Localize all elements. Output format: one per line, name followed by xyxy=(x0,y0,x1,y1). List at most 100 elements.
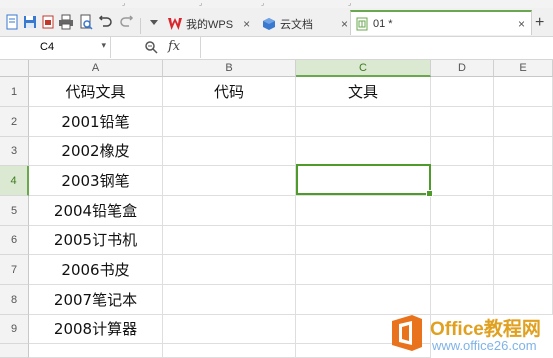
row-header-9[interactable]: 9 xyxy=(0,315,29,344)
cell-a2[interactable]: 2001铅笔 xyxy=(29,107,163,137)
ribbon-corner-icon: ⌟ xyxy=(122,0,126,7)
tab-close-icon[interactable]: × xyxy=(518,17,525,31)
cell-d7[interactable] xyxy=(431,255,494,285)
cell-c1[interactable]: 文具 xyxy=(296,77,431,107)
column-header-a[interactable]: A xyxy=(29,60,163,77)
cell-e5[interactable] xyxy=(494,196,553,226)
column-header-c[interactable]: C xyxy=(296,60,431,77)
formula-tools: fx xyxy=(110,37,201,58)
column-header-e[interactable]: E xyxy=(494,60,553,77)
tab-label: 我的WPS xyxy=(186,19,234,31)
ribbon-corner-icon: ⌟ xyxy=(199,0,203,7)
ribbon-corner-icon: ⌟ xyxy=(261,0,265,7)
toolbar: 我的WPS × 云文档 × 01 * × + xyxy=(0,8,553,37)
cell-d2[interactable] xyxy=(431,107,494,137)
new-file-icon[interactable] xyxy=(4,14,20,30)
cell-e1[interactable] xyxy=(494,77,553,107)
wps-logo-icon xyxy=(168,18,182,30)
cell-b2[interactable] xyxy=(163,107,296,137)
cell-d5[interactable] xyxy=(431,196,494,226)
save-icon[interactable] xyxy=(22,14,38,30)
add-tab-button[interactable]: + xyxy=(535,14,544,32)
fill-handle[interactable] xyxy=(426,190,433,197)
cell-e2[interactable] xyxy=(494,107,553,137)
cell-d1[interactable] xyxy=(431,77,494,107)
cell-a1[interactable]: 代码文具 xyxy=(29,77,163,107)
cell-a9[interactable]: 2008计算器 xyxy=(29,315,163,344)
column-header-d[interactable]: D xyxy=(431,60,494,77)
cell-c2[interactable] xyxy=(296,107,431,137)
cell-a6[interactable]: 2005订书机 xyxy=(29,226,163,255)
spreadsheet-file-icon xyxy=(356,17,368,30)
cell-a3[interactable]: 2002橡皮 xyxy=(29,137,163,166)
cell-d4[interactable] xyxy=(431,166,494,196)
dropdown-arrow-icon[interactable] xyxy=(146,14,162,30)
redo-icon[interactable] xyxy=(118,14,134,30)
print-preview-icon[interactable] xyxy=(78,14,94,30)
cell-a4[interactable]: 2003钢笔 xyxy=(29,166,163,196)
formula-bar: C4 ▾ fx xyxy=(0,37,553,60)
row-header-6[interactable]: 6 xyxy=(0,226,29,255)
cell-a7[interactable]: 2006书皮 xyxy=(29,255,163,285)
watermark-title: Office教程网 xyxy=(430,319,541,340)
cell-e4[interactable] xyxy=(494,166,553,196)
cell-b9[interactable] xyxy=(163,315,296,344)
cell-b4[interactable] xyxy=(163,166,296,196)
ribbon-corner-icon: ⌟ xyxy=(348,0,352,7)
cell-c6[interactable] xyxy=(296,226,431,255)
row-header-1[interactable]: 1 xyxy=(0,77,29,107)
row-header-10[interactable] xyxy=(0,344,29,358)
undo-icon[interactable] xyxy=(98,14,114,30)
cell-d3[interactable] xyxy=(431,137,494,166)
cell-c7[interactable] xyxy=(296,255,431,285)
cell-e6[interactable] xyxy=(494,226,553,255)
row-header-8[interactable]: 8 xyxy=(0,285,29,315)
cell-b6[interactable] xyxy=(163,226,296,255)
office26-watermark: Office教程网 www.office26.com xyxy=(390,312,550,356)
tab-my-wps[interactable]: 我的WPS × xyxy=(168,12,250,36)
cell-a5[interactable]: 2004铅笔盒 xyxy=(29,196,163,226)
tab-cloud-docs[interactable]: 云文档 × xyxy=(262,12,348,36)
tab-close-icon[interactable]: × xyxy=(341,17,348,31)
chevron-down-icon[interactable]: ▾ xyxy=(101,40,106,51)
toolbar-separator xyxy=(140,18,141,34)
cell-e3[interactable] xyxy=(494,137,553,166)
print-icon[interactable] xyxy=(58,14,74,30)
cell-c3[interactable] xyxy=(296,137,431,166)
tab-workbook-01[interactable]: 01 * × xyxy=(350,10,532,35)
cell-c8[interactable] xyxy=(296,285,431,315)
tab-label: 01 * xyxy=(373,17,393,30)
watermark-url: www.office26.com xyxy=(432,338,537,353)
cell-d8[interactable] xyxy=(431,285,494,315)
column-header-b[interactable]: B xyxy=(163,60,296,77)
cell-b8[interactable] xyxy=(163,285,296,315)
cell-b7[interactable] xyxy=(163,255,296,285)
cell-a10[interactable] xyxy=(29,344,163,358)
cell-b1[interactable]: 代码 xyxy=(163,77,296,107)
cloud-docs-icon xyxy=(263,18,275,30)
name-box-value: C4 xyxy=(40,41,55,53)
cell-d6[interactable] xyxy=(431,226,494,255)
cell-e7[interactable] xyxy=(494,255,553,285)
active-cell-selection[interactable] xyxy=(296,164,433,197)
tab-label: 云文档 xyxy=(280,19,313,31)
name-box[interactable]: C4 ▾ xyxy=(0,37,111,58)
cell-c5[interactable] xyxy=(296,196,431,226)
cell-a8[interactable]: 2007笔记本 xyxy=(29,285,163,315)
cell-b3[interactable] xyxy=(163,137,296,166)
row-header-5[interactable]: 5 xyxy=(0,196,29,226)
row-header-4[interactable]: 4 xyxy=(0,166,29,196)
cell-e8[interactable] xyxy=(494,285,553,315)
tab-close-icon[interactable]: × xyxy=(243,17,250,31)
zoom-icon[interactable] xyxy=(144,40,158,54)
insert-function-icon[interactable]: fx xyxy=(168,39,180,54)
cell-b5[interactable] xyxy=(163,196,296,226)
row-header-2[interactable]: 2 xyxy=(0,107,29,137)
office-logo-icon xyxy=(392,315,422,351)
cell-b10[interactable] xyxy=(163,344,296,358)
formula-input[interactable] xyxy=(201,37,553,58)
export-icon[interactable] xyxy=(40,14,56,30)
row-header-3[interactable]: 3 xyxy=(0,137,29,166)
select-all-corner[interactable] xyxy=(0,60,29,77)
row-header-7[interactable]: 7 xyxy=(0,255,29,285)
